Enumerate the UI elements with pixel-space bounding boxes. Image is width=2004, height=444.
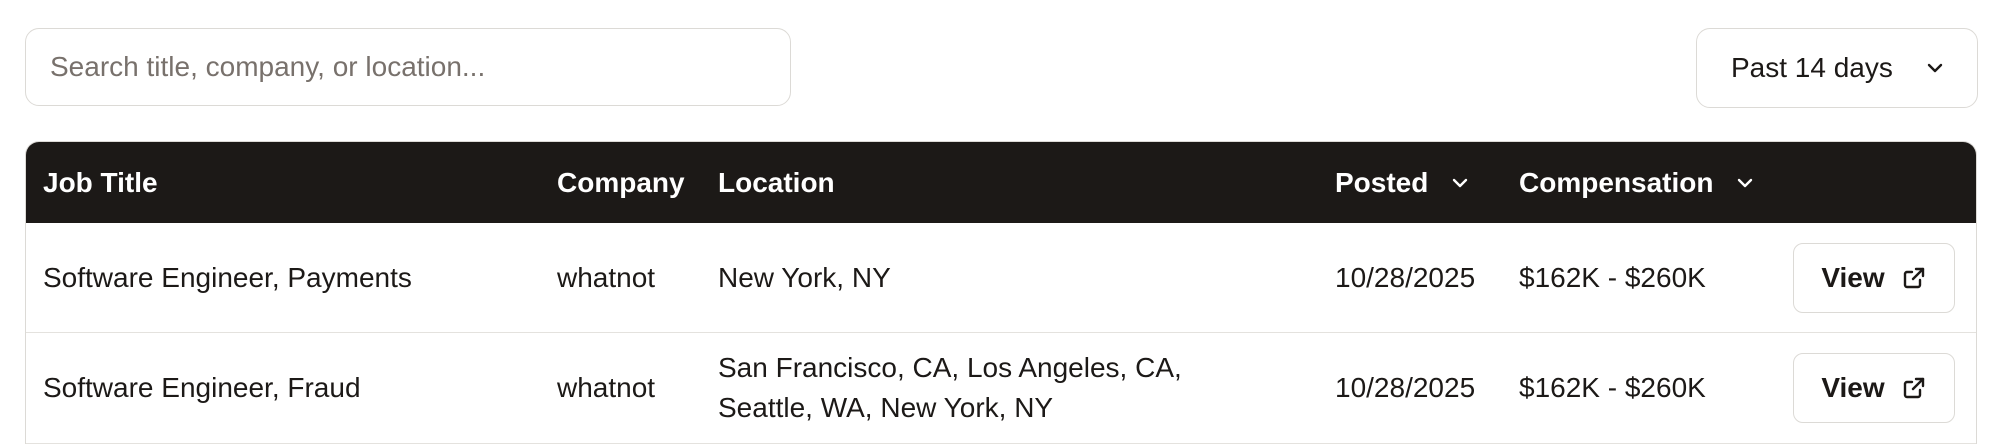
column-header-compensation[interactable]: Compensation [1519,142,1755,223]
date-range-label: Past 14 days [1731,52,1893,83]
job-title-cell: Software Engineer, Payments [43,261,412,293]
location-cell: New York, NY [718,261,891,293]
company-cell: whatnot [557,261,656,293]
table-row: Software Engineer, Payments whatnot New … [26,223,1976,333]
search-input[interactable] [25,28,791,106]
job-listings-page: Past 14 days Job Title Company Location … [0,0,2004,444]
posted-date-cell: 10/28/2025 [1335,372,1476,403]
column-header-job-title: Job Title [43,166,158,198]
column-header-location: Location [718,166,835,198]
location-cell: San Francisco, CA, Los Angeles, CA, Seat… [718,352,1182,423]
external-link-icon [1901,375,1927,401]
date-range-select[interactable]: Past 14 days [1696,28,1978,108]
compensation-cell: $162K - $260K [1519,261,1706,293]
sort-chevron-icon [1450,173,1470,193]
job-title-cell: Software Engineer, Fraud [43,372,361,403]
column-header-posted[interactable]: Posted [1335,142,1470,223]
posted-date-cell: 10/28/2025 [1335,261,1476,293]
view-job-button[interactable]: View [1793,353,1955,423]
jobs-table: Job Title Company Location Posted Compen… [25,141,1977,444]
table-header: Job Title Company Location Posted Compen… [26,142,1976,223]
chevron-down-icon [1925,58,1945,78]
external-link-icon [1901,265,1927,291]
sort-chevron-icon [1735,173,1755,193]
view-job-button[interactable]: View [1793,243,1955,313]
company-cell: whatnot [557,372,656,403]
compensation-cell: $162K - $260K [1519,372,1706,403]
column-header-company: Company [557,166,685,198]
table-row: Software Engineer, Fraud whatnot San Fra… [26,333,1976,444]
